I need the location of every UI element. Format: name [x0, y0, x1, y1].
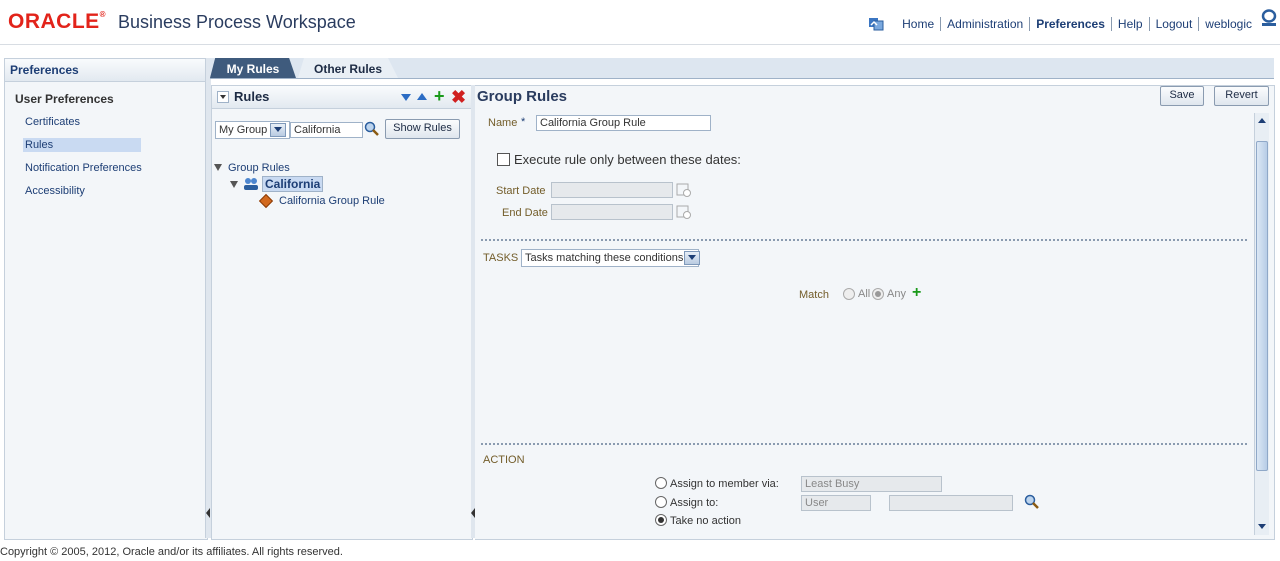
preferences-panel-title: Preferences	[5, 59, 207, 82]
action-label: ACTION	[483, 454, 525, 466]
rule-icon	[258, 193, 274, 209]
nav-notification-preferences[interactable]: Notification Preferences	[25, 162, 142, 174]
tasks-select[interactable]: Tasks matching these conditions	[521, 249, 699, 267]
tree-california-group-rule[interactable]: California Group Rule	[279, 195, 385, 207]
add-rule-icon[interactable]: +	[434, 87, 445, 105]
match-label: Match	[799, 289, 829, 301]
group-icon	[244, 178, 258, 190]
assign-to-select[interactable]: User	[801, 495, 871, 511]
filter-input[interactable]: California	[290, 122, 363, 138]
no-action-radio[interactable]	[655, 514, 667, 526]
match-all-label: All	[858, 288, 871, 300]
app-title: Business Process Workspace	[118, 12, 356, 32]
tab-my-rules[interactable]: My Rules	[210, 58, 296, 78]
rules-panel: Rules + ✖ My Group California Show Rules…	[211, 85, 473, 540]
match-all-radio[interactable]	[843, 288, 855, 300]
assign-member-label: Assign to member via:	[670, 478, 779, 490]
scrollbar-thumb[interactable]	[1256, 141, 1268, 471]
required-indicator: *	[521, 116, 526, 128]
end-date-input[interactable]	[551, 204, 673, 220]
calendar-icon[interactable]	[676, 204, 692, 220]
no-action-label: Take no action	[670, 515, 741, 527]
assign-to-radio[interactable]	[655, 496, 667, 508]
rules-header: Rules + ✖	[212, 86, 472, 109]
copyright-footer: Copyright © 2005, 2012, Oracle and/or it…	[0, 546, 343, 558]
preferences-panel: Preferences User Preferences Certificate…	[4, 58, 208, 540]
show-rules-button[interactable]: Show Rules	[385, 119, 460, 139]
move-up-icon[interactable]	[417, 93, 427, 100]
date-range-checkbox[interactable]	[497, 153, 510, 166]
nav-administration[interactable]: Administration	[947, 17, 1023, 31]
top-navigation: Home Administration Preferences Help Log…	[868, 17, 1252, 31]
scroll-up-icon[interactable]	[1258, 118, 1266, 123]
scroll-down-icon[interactable]	[1258, 524, 1266, 529]
nav-logout[interactable]: Logout	[1156, 17, 1193, 31]
refresh-icon[interactable]	[868, 17, 884, 31]
revert-button[interactable]: Revert	[1214, 86, 1269, 106]
name-input[interactable]: California Group Rule	[536, 115, 711, 131]
expand-california-icon[interactable]	[230, 181, 238, 188]
start-date-input[interactable]	[551, 182, 673, 198]
match-any-radio[interactable]	[872, 288, 884, 300]
app-header: ORACLE® Business Process Workspace Home …	[0, 0, 1280, 45]
end-date-label: End Date	[502, 207, 548, 219]
move-down-icon[interactable]	[401, 94, 411, 101]
user-preferences-heading: User Preferences	[15, 92, 114, 106]
name-label: Name	[488, 117, 518, 129]
group-rules-form: Group Rules Save Revert Name * Californi…	[475, 85, 1275, 540]
nav-rules[interactable]: Rules	[25, 139, 53, 151]
section-divider	[481, 443, 1247, 445]
nav-username: weblogic	[1205, 17, 1252, 31]
tab-bar: My Rules Other Rules	[210, 58, 1274, 79]
nav-preferences[interactable]: Preferences	[1036, 17, 1105, 31]
tab-other-rules[interactable]: Other Rules	[298, 58, 398, 78]
search-icon[interactable]	[1023, 494, 1041, 510]
add-condition-icon[interactable]: +	[912, 285, 921, 301]
expand-group-rules-icon[interactable]	[214, 164, 222, 171]
assignee-input[interactable]	[889, 495, 1013, 511]
assign-member-select[interactable]: Least Busy	[801, 476, 942, 492]
delete-rule-icon[interactable]: ✖	[451, 87, 466, 108]
nav-accessibility[interactable]: Accessibility	[25, 185, 85, 197]
scope-dropdown-button[interactable]	[270, 123, 286, 137]
section-divider	[481, 239, 1247, 241]
tree-group-rules[interactable]: Group Rules	[228, 162, 290, 174]
calendar-icon[interactable]	[676, 182, 692, 198]
date-range-label: Execute rule only between these dates:	[514, 152, 741, 167]
tasks-dropdown-button[interactable]	[684, 251, 700, 265]
assign-to-label: Assign to:	[670, 497, 719, 509]
nav-home[interactable]: Home	[902, 17, 934, 31]
oracle-logo: ORACLE®	[8, 10, 107, 33]
vertical-scrollbar[interactable]	[1254, 113, 1269, 535]
assign-member-radio[interactable]	[655, 477, 667, 489]
rules-title: Rules	[234, 89, 270, 104]
tree-california[interactable]: California	[262, 176, 324, 192]
save-button[interactable]: Save	[1160, 86, 1204, 106]
nav-certificates[interactable]: Certificates	[25, 116, 80, 128]
start-date-label: Start Date	[496, 185, 546, 197]
collapse-left-icon[interactable]	[206, 508, 210, 518]
user-status-icon[interactable]	[1260, 9, 1278, 27]
group-rules-title: Group Rules	[477, 88, 568, 105]
collapse-rules-icon[interactable]	[217, 91, 229, 103]
nav-help[interactable]: Help	[1118, 17, 1143, 31]
match-any-label: Any	[887, 288, 906, 300]
search-icon[interactable]	[363, 121, 381, 137]
tasks-label: TASKS	[483, 252, 519, 264]
